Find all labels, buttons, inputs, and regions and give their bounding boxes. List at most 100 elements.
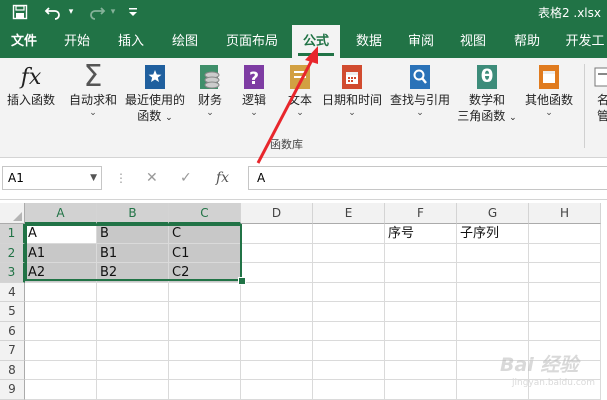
row-header-7[interactable]: 7	[0, 341, 25, 361]
cell-e7[interactable]	[313, 341, 385, 361]
column-header-g[interactable]: G	[457, 203, 529, 224]
cell-a4[interactable]	[25, 282, 97, 302]
cell-b4[interactable]	[97, 282, 169, 302]
cell-b1[interactable]: B	[97, 224, 169, 244]
insert-function-icon[interactable]: fx	[216, 166, 229, 190]
recently-used-button[interactable]: 最近使用的 函数 ⌄	[122, 62, 188, 126]
cell-d4[interactable]	[241, 282, 313, 302]
cell-f5[interactable]	[385, 302, 457, 322]
cell-f1[interactable]: 序号	[385, 224, 457, 244]
row-header-3[interactable]: 3	[0, 263, 25, 283]
cell-d8[interactable]	[241, 360, 313, 380]
cell-g4[interactable]	[457, 282, 529, 302]
column-header-b[interactable]: B	[97, 203, 169, 224]
column-header-e[interactable]: E	[313, 203, 385, 224]
column-header-d[interactable]: D	[241, 203, 313, 224]
autosum-button[interactable]: Σ 自动求和 ⌄	[64, 62, 122, 119]
cell-d6[interactable]	[241, 321, 313, 341]
cell-g8[interactable]	[457, 360, 529, 380]
row-header-8[interactable]: 8	[0, 360, 25, 380]
cell-b9[interactable]	[97, 380, 169, 400]
tab-insert[interactable]: 插入	[108, 25, 154, 58]
cell-b3[interactable]: B2	[97, 263, 169, 283]
cell-d2[interactable]	[241, 243, 313, 263]
tab-file[interactable]: 文件	[2, 25, 46, 58]
lookup-reference-button[interactable]: 查找与引用 ⌄	[386, 62, 454, 118]
column-header-f[interactable]: F	[385, 203, 457, 224]
tab-draw[interactable]: 绘图	[162, 25, 208, 58]
cell-d9[interactable]	[241, 380, 313, 400]
cancel-icon[interactable]: ✕	[146, 166, 158, 190]
cell-a6[interactable]	[25, 321, 97, 341]
cell-g2[interactable]	[457, 243, 529, 263]
cell-b6[interactable]	[97, 321, 169, 341]
cell-f8[interactable]	[385, 360, 457, 380]
fill-handle[interactable]	[238, 277, 246, 285]
row-header-6[interactable]: 6	[0, 321, 25, 341]
tab-data[interactable]: 数据	[346, 25, 392, 58]
cell-e5[interactable]	[313, 302, 385, 322]
row-header-5[interactable]: 5	[0, 302, 25, 322]
cell-a1[interactable]: A	[25, 224, 97, 244]
redo-dropdown-icon[interactable]: ▾	[108, 2, 118, 22]
cell-c6[interactable]	[169, 321, 241, 341]
cell-f7[interactable]	[385, 341, 457, 361]
cell-h2[interactable]	[529, 243, 601, 263]
save-icon[interactable]	[10, 2, 30, 22]
cell-a9[interactable]	[25, 380, 97, 400]
cell-f2[interactable]	[385, 243, 457, 263]
cell-a2[interactable]: A1	[25, 243, 97, 263]
cell-g7[interactable]	[457, 341, 529, 361]
cell-h8[interactable]	[529, 360, 601, 380]
cell-h1[interactable]	[529, 224, 601, 244]
math-trig-button[interactable]: θ 数学和 三角函数 ⌄	[456, 62, 518, 126]
enter-icon[interactable]: ✓	[180, 166, 192, 190]
column-header-a[interactable]: A	[25, 203, 97, 224]
cell-c5[interactable]	[169, 302, 241, 322]
undo-icon[interactable]	[42, 2, 64, 22]
undo-dropdown-icon[interactable]: ▾	[66, 2, 76, 22]
cell-h3[interactable]	[529, 263, 601, 283]
chevron-down-icon[interactable]: ▼	[90, 167, 97, 189]
cell-e8[interactable]	[313, 360, 385, 380]
cell-c9[interactable]	[169, 380, 241, 400]
cell-g3[interactable]	[457, 263, 529, 283]
text-button[interactable]: 文本 ⌄	[280, 62, 320, 118]
tab-home[interactable]: 开始	[54, 25, 100, 58]
formula-input[interactable]: A	[248, 166, 607, 190]
tab-view[interactable]: 视图	[450, 25, 496, 58]
financial-button[interactable]: 财务 ⌄	[190, 62, 230, 118]
cell-e9[interactable]	[313, 380, 385, 400]
cell-e6[interactable]	[313, 321, 385, 341]
cell-h5[interactable]	[529, 302, 601, 322]
cell-c1[interactable]: C	[169, 224, 241, 244]
cell-h9[interactable]	[529, 380, 601, 400]
cell-h6[interactable]	[529, 321, 601, 341]
row-header-2[interactable]: 2	[0, 243, 25, 263]
cell-f4[interactable]	[385, 282, 457, 302]
cell-c4[interactable]	[169, 282, 241, 302]
redo-icon[interactable]	[86, 2, 108, 22]
cell-b2[interactable]: B1	[97, 243, 169, 263]
tab-review[interactable]: 审阅	[398, 25, 444, 58]
customize-icon[interactable]	[126, 2, 140, 22]
cell-c8[interactable]	[169, 360, 241, 380]
cell-e3[interactable]	[313, 263, 385, 283]
tab-formulas[interactable]: 公式	[292, 25, 340, 58]
cell-c7[interactable]	[169, 341, 241, 361]
insert-function-button[interactable]: fx 插入函数	[2, 62, 60, 108]
cell-g1[interactable]: 子序列	[457, 224, 529, 244]
cell-d5[interactable]	[241, 302, 313, 322]
cell-b8[interactable]	[97, 360, 169, 380]
cell-h7[interactable]	[529, 341, 601, 361]
tab-page-layout[interactable]: 页面布局	[216, 25, 288, 58]
tab-developer[interactable]: 开发工	[560, 25, 607, 58]
date-time-button[interactable]: 日期和时间 ⌄	[320, 62, 384, 118]
cell-f3[interactable]	[385, 263, 457, 283]
name-box[interactable]: A1 ▼	[2, 166, 102, 190]
cell-f6[interactable]	[385, 321, 457, 341]
cell-g6[interactable]	[457, 321, 529, 341]
name-manager-button[interactable]: 名 管	[588, 62, 607, 124]
cell-d3[interactable]	[241, 263, 313, 283]
cell-a3[interactable]: A2	[25, 263, 97, 283]
